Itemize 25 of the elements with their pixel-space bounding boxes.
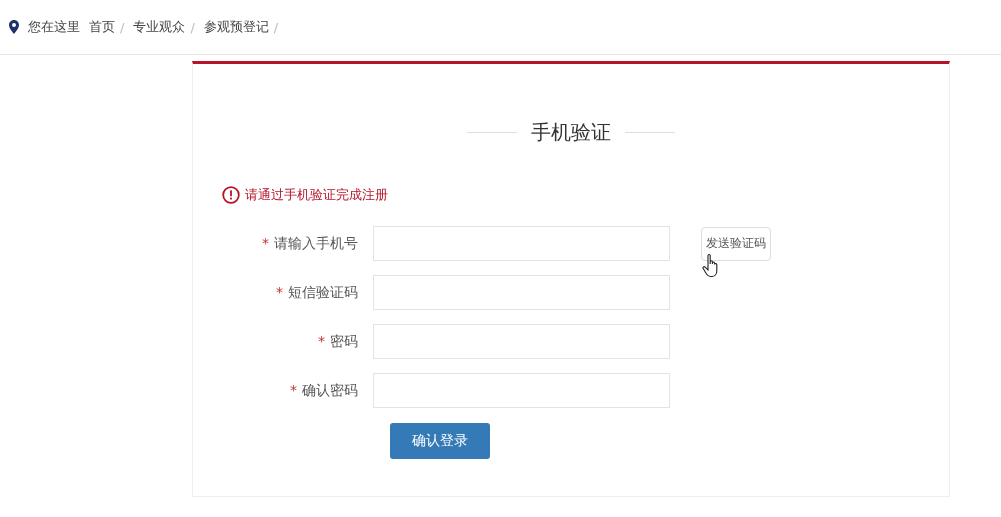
required-marker: * (290, 381, 297, 400)
breadcrumb-link[interactable]: 参观预登记 (203, 18, 269, 36)
location-pin-icon (9, 20, 19, 34)
field-label: 请输入手机号 (274, 234, 358, 253)
send-code-button[interactable]: 发送验证码 (701, 226, 771, 261)
confirm-login-button[interactable]: 确认登录 (390, 423, 490, 459)
field-label: 密码 (330, 332, 358, 351)
input-field[interactable] (373, 373, 670, 408)
warning-icon (222, 186, 240, 204)
breadcrumb-separator: / (120, 19, 125, 35)
field-label: 确认密码 (302, 381, 358, 400)
breadcrumb-label: 您在这里 (28, 18, 80, 36)
breadcrumb-link[interactable]: 专业观众 (133, 18, 186, 36)
required-marker: * (276, 283, 283, 302)
field-label: 短信验证码 (288, 283, 358, 302)
form-title: 手机验证 (531, 118, 611, 146)
required-marker: * (318, 332, 325, 351)
required-marker: * (262, 234, 269, 253)
breadcrumb-link[interactable]: 首页 (89, 18, 115, 36)
input-field[interactable] (373, 275, 670, 310)
breadcrumb-separator: / (273, 19, 279, 35)
notice-text: 请通过手机验证完成注册 (245, 186, 388, 204)
input-field[interactable] (373, 324, 670, 359)
input-field[interactable] (373, 226, 670, 261)
breadcrumb-separator: / (190, 19, 195, 35)
